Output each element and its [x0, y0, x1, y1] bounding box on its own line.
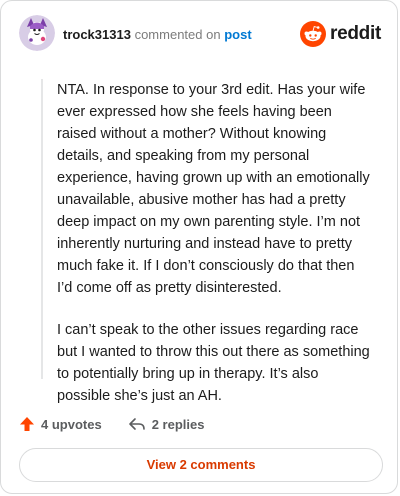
username-link[interactable]: trock31313	[63, 27, 131, 42]
reply-count: 2 replies	[151, 416, 205, 432]
user-avatar[interactable]	[19, 15, 55, 51]
upvote-button[interactable]: 4 upvotes	[19, 416, 102, 432]
avatar-icon	[19, 15, 55, 51]
comment-card: trock31313 commented on post reddit NTA.…	[0, 0, 398, 494]
reddit-snoo-icon	[300, 21, 327, 47]
reply-arrow-icon	[128, 418, 145, 430]
upvote-arrow-icon	[20, 417, 34, 431]
post-link[interactable]: post	[224, 27, 251, 42]
comment-header: trock31313 commented on post reddit	[19, 15, 385, 55]
comment-paragraph-2: I can’t speak to the other issues regard…	[57, 322, 370, 404]
view-comments-button[interactable]: View 2 comments	[19, 448, 383, 482]
comment-meta: trock31313 commented on post	[63, 27, 252, 43]
comment-action-text: commented on	[134, 27, 221, 42]
reddit-wordmark: reddit	[330, 23, 381, 44]
reddit-logo[interactable]: reddit	[300, 21, 381, 47]
reply-button[interactable]: 2 replies	[128, 416, 205, 432]
comment-actions: 4 upvotes 2 replies	[19, 413, 230, 435]
comment-paragraph-1: NTA. In response to your 3rd edit. Has y…	[57, 82, 370, 296]
upvote-count: 4 upvotes	[41, 416, 102, 432]
comment-body: NTA. In response to your 3rd edit. Has y…	[41, 79, 373, 404]
